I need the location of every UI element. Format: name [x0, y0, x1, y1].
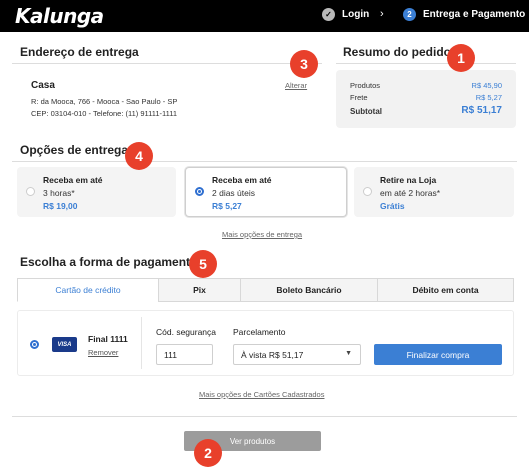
divider — [12, 63, 322, 64]
summary-title: Resumo do pedido — [343, 45, 451, 59]
callout-badge-5: 5 — [189, 250, 217, 278]
step-payment-label: Entrega e Pagamento — [423, 9, 526, 20]
option-price: R$ 19,00 — [43, 201, 78, 211]
step-payment: 2 Entrega e Pagamento — [403, 8, 525, 21]
remover-card-link[interactable]: Remover — [88, 348, 118, 357]
visa-card-icon: VISA — [52, 337, 77, 352]
more-delivery-options-link[interactable]: Mais opções de entrega — [222, 230, 302, 239]
option-line-1: Receba em até — [212, 175, 272, 185]
callout-badge-3: 3 — [290, 50, 318, 78]
chevron-right-icon: › — [380, 8, 384, 20]
alterar-link[interactable]: Alterar — [285, 81, 307, 90]
summary-value: R$ 5,27 — [475, 93, 502, 102]
address-title: Endereço de entrega — [20, 45, 139, 59]
tab-cartao-credito[interactable]: Cartão de crédito — [17, 278, 159, 302]
divider — [336, 63, 516, 64]
summary-label: Subtotal — [350, 107, 382, 116]
option-line-1: Retire na Loja — [380, 175, 437, 185]
tab-debito[interactable]: Débito em conta — [377, 278, 514, 302]
card-final-digits: Final 1111 — [88, 334, 128, 344]
option-line-2: em até 2 horas* — [380, 188, 441, 198]
payment-title: Escolha a forma de pagamento — [20, 255, 198, 269]
radio-button[interactable] — [363, 187, 372, 196]
more-cards-link[interactable]: Mais opções de Cartões Cadastrados — [199, 390, 324, 399]
option-line-2: 3 horas* — [43, 188, 75, 198]
option-line-2: 2 dias úteis — [212, 188, 255, 198]
summary-row-frete: Frete R$ 5,27 — [350, 93, 502, 102]
delivery-option-standard[interactable]: Receba em até 2 dias úteis R$ 5,27 — [185, 167, 347, 217]
divider — [12, 416, 517, 417]
address-name: Casa — [31, 80, 55, 91]
radio-button-selected[interactable] — [195, 187, 204, 196]
address-line-1: R: da Mooca, 766 - Mooca - Sao Paulo - S… — [31, 97, 178, 106]
summary-label: Frete — [350, 93, 368, 102]
address-line-2: CEP: 03104-010 - Telefone: (11) 91111-11… — [31, 109, 178, 118]
card-radio-selected[interactable] — [30, 340, 39, 349]
order-summary-box: Produtos R$ 45,90 Frete R$ 5,27 Subtotal… — [336, 70, 516, 128]
top-bar: Kalunga ✓ Login › 2 Entrega e Pagamento — [0, 0, 529, 32]
summary-row-produtos: Produtos R$ 45,90 — [350, 81, 502, 90]
option-price: Grátis — [380, 201, 405, 211]
option-price: R$ 5,27 — [212, 201, 242, 211]
finalizar-compra-button[interactable]: Finalizar compra — [374, 344, 502, 365]
delivery-option-express[interactable]: Receba em até 3 horas* R$ 19,00 — [17, 167, 176, 217]
callout-badge-4: 4 — [125, 142, 153, 170]
tab-boleto[interactable]: Boleto Bancário — [240, 278, 378, 302]
step-login[interactable]: ✓ Login — [322, 8, 369, 21]
summary-label: Produtos — [350, 81, 381, 90]
summary-value: R$ 51,17 — [461, 105, 502, 116]
delivery-title: Opções de entrega — [20, 143, 129, 157]
chevron-down-icon: ▼ — [345, 350, 352, 357]
security-code-input[interactable]: 111 — [156, 344, 213, 365]
delivery-option-pickup[interactable]: Retire na Loja em até 2 horas* Grátis — [354, 167, 514, 217]
callout-badge-1: 1 — [447, 44, 475, 72]
divider — [141, 317, 142, 369]
step-number: 2 — [403, 8, 416, 21]
installments-label: Parcelamento — [233, 327, 286, 337]
check-icon: ✓ — [322, 8, 335, 21]
divider — [12, 161, 517, 162]
kalunga-logo[interactable]: Kalunga — [15, 4, 104, 28]
radio-button[interactable] — [26, 187, 35, 196]
step-login-label: Login — [342, 9, 370, 20]
callout-badge-2: 2 — [194, 439, 222, 467]
summary-row-subtotal: Subtotal R$ 51,17 — [350, 105, 502, 116]
installments-select[interactable]: À vista R$ 51,17 ▼ — [233, 344, 361, 365]
tab-pix[interactable]: Pix — [158, 278, 241, 302]
option-line-1: Receba em até — [43, 175, 103, 185]
installments-value: À vista R$ 51,17 — [241, 349, 304, 360]
summary-value: R$ 45,90 — [471, 81, 502, 90]
security-code-label: Cód. segurança — [156, 327, 217, 337]
